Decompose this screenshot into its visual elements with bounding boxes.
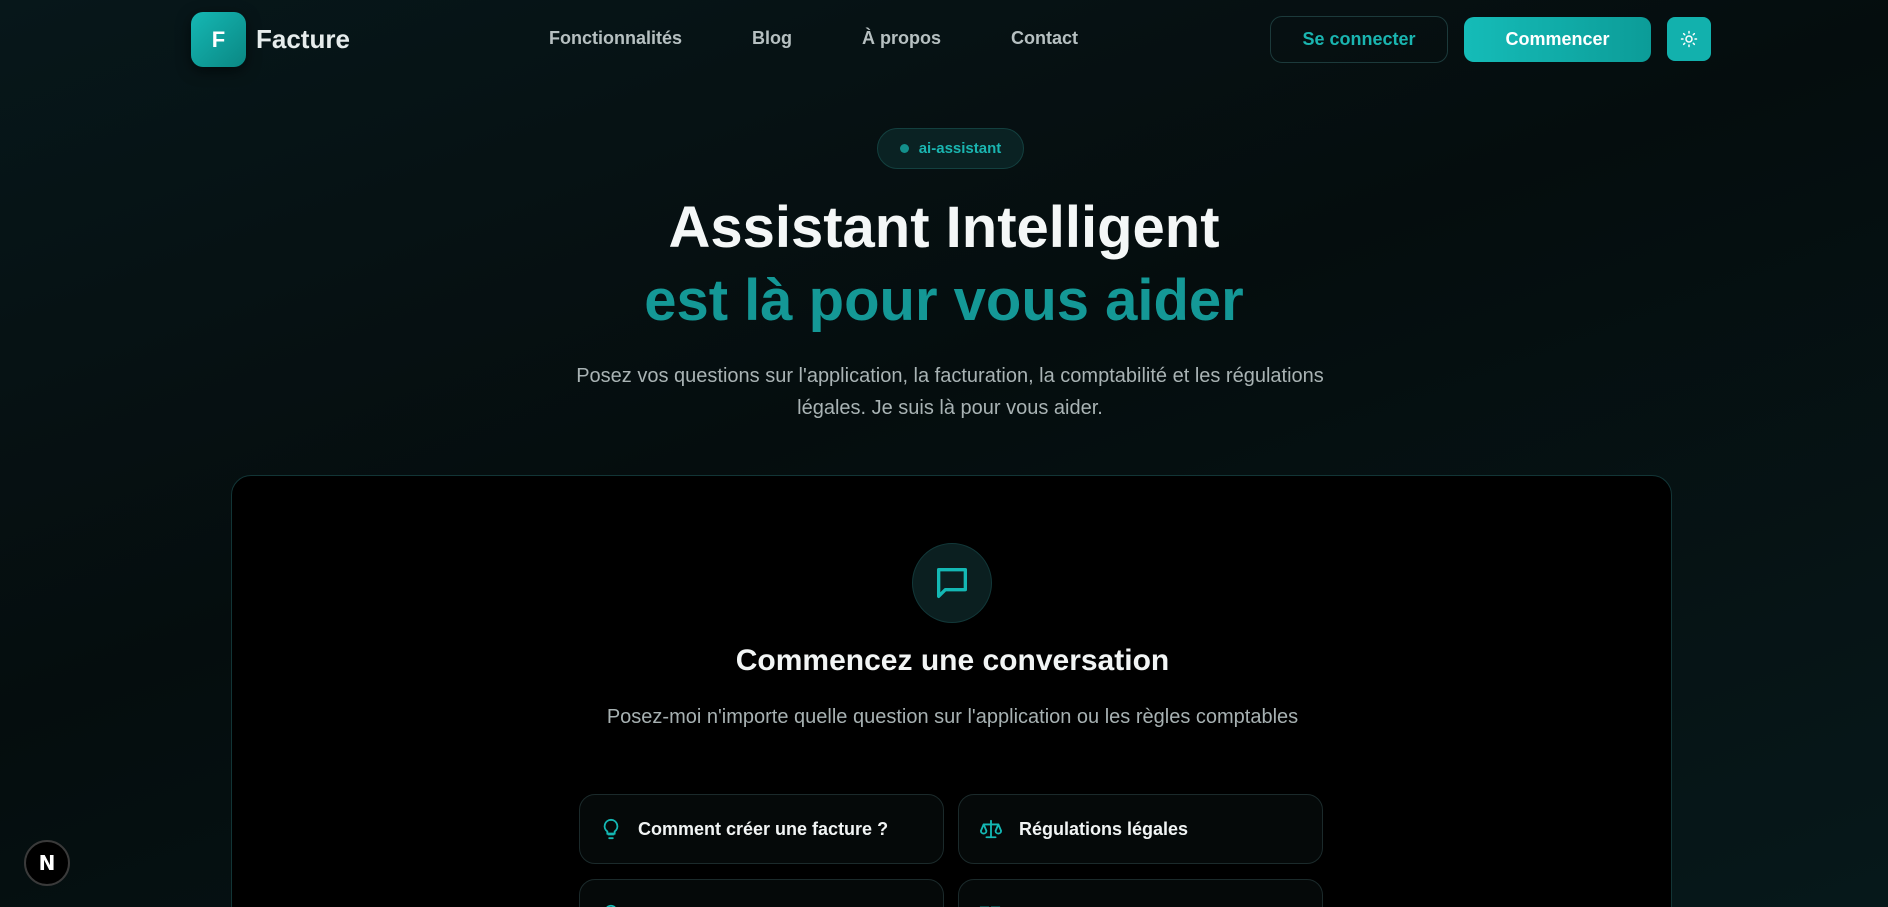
start-button[interactable]: Commencer <box>1464 17 1651 62</box>
message-square-icon <box>937 568 967 598</box>
book-icon <box>979 906 1001 907</box>
nav-links: Fonctionnalités Blog À propos Contact <box>549 28 1078 49</box>
suggestion-create-invoice[interactable]: Comment créer une facture ? <box>579 794 944 864</box>
top-navigation: F Facture Fonctionnalités Blog À propos … <box>0 0 1888 78</box>
brand-name: Facture <box>256 24 350 54</box>
brand-logo[interactable]: F Facture <box>191 12 350 67</box>
chat-icon-wrapper <box>912 543 992 623</box>
logo-letter: F <box>211 26 226 52</box>
badge-dot <box>899 144 909 153</box>
scale-icon <box>980 819 1002 839</box>
chat-title: Commencez une conversation <box>735 644 1170 677</box>
hero-title: Assistant Intelligent <box>668 195 1220 260</box>
suggestion-legal-regulations[interactable]: Régulations légales <box>958 794 1323 864</box>
theme-toggle-button[interactable] <box>1667 17 1711 61</box>
nav-link-features[interactable]: Fonctionnalités <box>549 28 682 49</box>
suggestion-card[interactable] <box>958 879 1323 907</box>
nav-link-contact[interactable]: Contact <box>1011 28 1078 49</box>
nav-link-blog[interactable]: Blog <box>752 28 792 49</box>
suggestion-card[interactable] <box>579 879 944 907</box>
hero-title-highlight: est là pour vous aider <box>644 268 1244 333</box>
suggestion-label: Comment créer une facture ? <box>638 818 889 839</box>
lightbulb-icon <box>603 818 619 840</box>
suggestion-label: Régulations légales <box>1019 818 1189 839</box>
ai-assistant-badge: ai-assistant <box>877 128 1024 169</box>
hero-subtitle: Posez vos questions sur l'application, l… <box>576 365 1324 419</box>
login-button[interactable]: Se connecter <box>1270 16 1448 63</box>
nav-link-about[interactable]: À propos <box>862 28 941 49</box>
chat-panel: Commencez une conversation Posez-moi n'i… <box>231 475 1672 907</box>
badge-label: ai-assistant <box>918 140 1002 157</box>
dev-badge-letter: N <box>38 851 56 875</box>
sun-icon <box>1680 30 1698 48</box>
next-dev-badge[interactable]: N <box>24 840 70 886</box>
logo-icon: F <box>191 12 246 67</box>
lightbulb-icon <box>606 904 616 907</box>
chat-subtitle: Posez-moi n'importe quelle question sur … <box>606 706 1299 728</box>
